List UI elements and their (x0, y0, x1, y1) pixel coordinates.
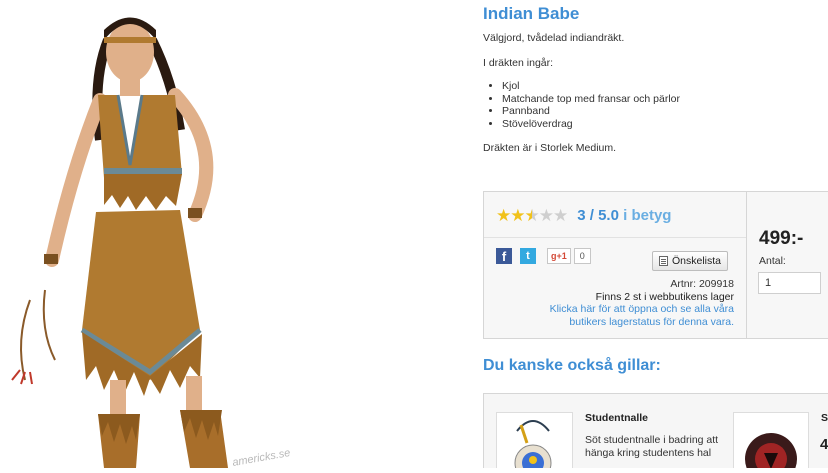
related-products: Studentnalle Söt studentnalle i badring … (483, 393, 828, 468)
related-product-description: Söt studentnalle i badring att hänga kri… (585, 434, 719, 459)
related-heading: Du kanske också gillar: (483, 357, 661, 374)
list-item: Stövelöverdrag (502, 118, 680, 131)
costume-photo-illustration (11, 17, 228, 468)
purchase-details: ★ ★ ★ ★ ★ 3 / 5.0 i betyg f t g+1 0 Önsk… (484, 192, 747, 338)
article-number: Artnr: 209918 (670, 278, 734, 290)
list-item: Matchande top med fransar och pärlor (502, 93, 680, 106)
stock-count: Finns 2 st i webbutikens lager (595, 290, 734, 303)
quantity-label: Antal: (759, 255, 786, 267)
rating-text: 3 / 5.0 i betyg (577, 207, 671, 224)
stock-info: Artnr: 209918 Finns 2 st i webbutikens l… (534, 278, 734, 328)
related-product-price: 4 (820, 436, 828, 453)
star-empty-icon[interactable]: ★ (539, 207, 554, 224)
rating[interactable]: ★ ★ ★ ★ ★ 3 / 5.0 i betyg (496, 203, 671, 227)
price: 499:- (759, 228, 804, 249)
related-product-name[interactable]: Studentnalle (585, 412, 648, 424)
google-plus-button[interactable]: g+1 (547, 248, 571, 264)
related-product-image[interactable] (733, 412, 809, 468)
product-description: Välgjord, tvådelad indiandräkt. (483, 32, 625, 44)
purchase-box: ★ ★ ★ ★ ★ 3 / 5.0 i betyg f t g+1 0 Önsk… (483, 191, 828, 339)
star-half-icon[interactable]: ★ (525, 207, 540, 224)
teddy-illustration (514, 420, 552, 468)
twitter-icon[interactable]: t (520, 248, 536, 264)
list-item: Pannband (502, 105, 680, 118)
divider (484, 237, 746, 238)
star-icon[interactable]: ★ (510, 207, 525, 224)
mask-illustration (745, 433, 797, 468)
wishlist-label: Önskelista (672, 255, 722, 267)
related-product-name[interactable]: S (821, 412, 828, 424)
includes-label: I dräkten ingår: (483, 57, 554, 69)
star-icon[interactable]: ★ (496, 207, 511, 224)
social-share: f t g+1 0 (496, 248, 591, 264)
includes-list: Kjol Matchande top med fransar och pärlo… (492, 80, 680, 130)
product-image[interactable]: americks.se (0, 0, 300, 469)
product-title: Indian Babe (483, 4, 580, 23)
wishlist-icon (659, 256, 668, 266)
quantity-input[interactable] (758, 272, 821, 294)
related-product-image[interactable] (496, 412, 573, 468)
google-plus-count: 0 (573, 248, 591, 264)
facebook-icon[interactable]: f (496, 248, 512, 264)
size-note: Dräkten är i Storlek Medium. (483, 142, 617, 154)
wishlist-button[interactable]: Önskelista (652, 251, 729, 271)
star-empty-icon[interactable]: ★ (553, 207, 568, 224)
rating-suffix: i betyg (623, 206, 672, 224)
rating-score: 3 / 5.0 (577, 206, 619, 224)
store-stock-link[interactable]: Klicka här för att öppna och se alla vår… (534, 303, 734, 328)
list-item: Kjol (502, 80, 680, 93)
